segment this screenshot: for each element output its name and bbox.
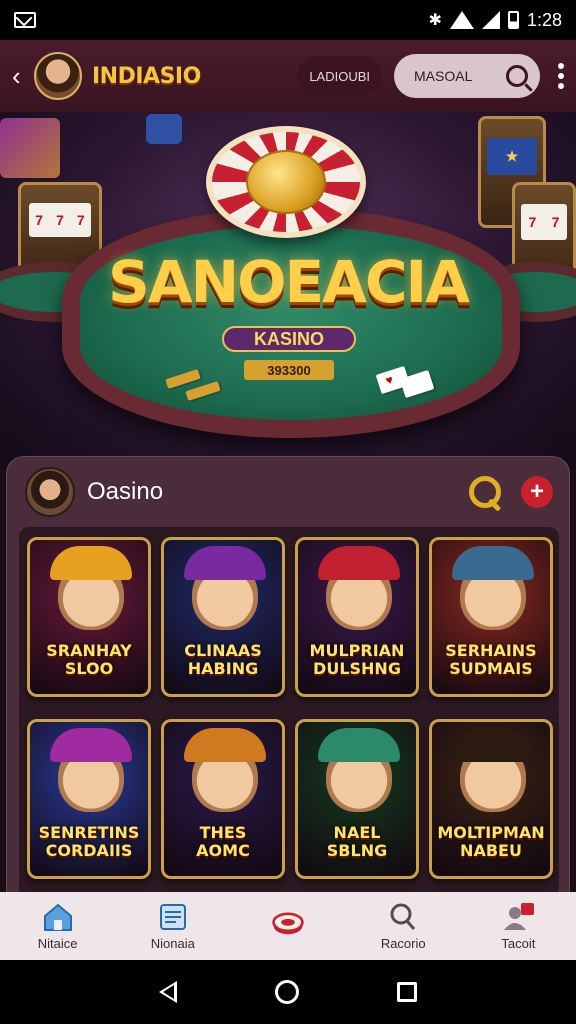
nav-item-profile[interactable]: Tacoit bbox=[461, 892, 576, 960]
game-tile[interactable]: SENRETINS CORDAIIS bbox=[27, 719, 151, 879]
nav-item-search[interactable]: Racorio bbox=[346, 892, 461, 960]
search-icon[interactable] bbox=[467, 474, 503, 510]
clock: 1:28 bbox=[526, 9, 562, 30]
gmail-notification-icon bbox=[14, 12, 36, 28]
casino-chip-art bbox=[206, 126, 366, 238]
game-character-hat-art bbox=[50, 728, 132, 762]
nav-label: Nitaice bbox=[37, 935, 78, 951]
nav-label: Tacoit bbox=[501, 935, 536, 951]
app-header: ‹ INDIASIO LADIOUBI MASOAL bbox=[0, 40, 576, 112]
nav-label: Racorio bbox=[380, 935, 426, 951]
status-icons: ✱ 1:28 bbox=[429, 10, 562, 31]
search-query-text: MASOAL bbox=[414, 68, 473, 84]
games-grid-container: SRANHAY SLOO CLINAAS HABING MULPRIAN DULSHNG S… bbox=[19, 527, 559, 897]
game-title: MOLTIPMAN NABEU bbox=[436, 824, 546, 860]
casino-chip-icon bbox=[272, 912, 304, 935]
panel-avatar[interactable] bbox=[25, 467, 75, 517]
games-grid: SRANHAY SLOO CLINAAS HABING MULPRIAN DULSHNG S… bbox=[27, 537, 553, 879]
more-options-icon[interactable] bbox=[558, 63, 564, 89]
game-title-line: DULSHNG bbox=[313, 659, 401, 678]
game-title-line: CLINAAS bbox=[184, 641, 262, 660]
search-icon[interactable] bbox=[506, 65, 528, 87]
neon-screen-art bbox=[0, 118, 60, 178]
game-title: SERHAINS SUDMAIS bbox=[436, 642, 546, 678]
game-title-line: THES bbox=[199, 823, 247, 842]
app-screen: ✱ 1:28 ‹ INDIASIO LADIOUBI MASOAL 777 ★ … bbox=[0, 0, 576, 1024]
game-tile[interactable]: SERHAINS SUDMAIS bbox=[429, 537, 553, 697]
neon-screen-art bbox=[146, 114, 182, 144]
user-icon bbox=[504, 902, 535, 930]
game-title: CLINAAS HABING bbox=[168, 642, 278, 678]
nav-label: Nionaia bbox=[150, 935, 195, 951]
game-title-line: MOLTIPMAN bbox=[437, 823, 545, 842]
back-arrow-icon[interactable]: ‹ bbox=[12, 61, 28, 92]
system-navigation-bar bbox=[0, 960, 576, 1024]
game-title-line: SLOO bbox=[64, 659, 114, 678]
add-icon[interactable]: + bbox=[521, 476, 553, 508]
game-character-hat-art bbox=[184, 546, 266, 580]
game-title-line: MULPRIAN bbox=[309, 641, 405, 660]
game-tile[interactable]: MULPRIAN DULSHNG bbox=[295, 537, 419, 697]
signal-icon bbox=[481, 11, 500, 29]
system-back-icon[interactable] bbox=[159, 981, 177, 1003]
home-icon bbox=[43, 903, 72, 931]
bluetooth-icon: ✱ bbox=[428, 12, 442, 29]
game-title-line: SUDMAIS bbox=[449, 659, 533, 678]
game-title-line: SBLNG bbox=[326, 841, 388, 860]
game-title-line: CORDAIIS bbox=[45, 841, 133, 860]
search-icon bbox=[390, 903, 416, 930]
game-title-line: NABEU bbox=[460, 841, 522, 860]
wifi-icon bbox=[449, 11, 474, 29]
game-title-line: AOMC bbox=[196, 841, 250, 860]
news-icon bbox=[159, 903, 186, 930]
game-character-hat-art bbox=[318, 546, 400, 580]
game-title-line: HABING bbox=[187, 659, 259, 678]
game-title-line: SENRETINS bbox=[38, 823, 140, 842]
game-title: THES AOMC bbox=[168, 824, 278, 860]
battery-icon bbox=[507, 11, 519, 29]
app-brand: INDIASIO bbox=[92, 63, 201, 89]
panel-header: Oasino + bbox=[7, 457, 571, 527]
system-recents-icon[interactable] bbox=[397, 982, 417, 1002]
game-title: NAEL SBLNG bbox=[302, 824, 412, 860]
game-tile[interactable]: NAEL SBLNG bbox=[295, 719, 419, 879]
games-panel: Oasino + SRANHAY SLOO CLINAAS HABING MULPRIA… bbox=[6, 456, 571, 897]
game-title-line: NAEL bbox=[333, 823, 381, 842]
header-link-button[interactable]: LADIOUBI bbox=[297, 56, 382, 96]
game-title-line: SERHAINS bbox=[445, 641, 537, 660]
game-tile[interactable]: THES AOMC bbox=[161, 719, 285, 879]
game-character-hat-art bbox=[452, 546, 534, 580]
hero-badge: KASINO bbox=[222, 326, 356, 352]
nav-item-casino[interactable] bbox=[230, 892, 345, 960]
nav-item-home[interactable]: Nitaice bbox=[0, 892, 115, 960]
game-title: MULPRIAN DULSHNG bbox=[302, 642, 412, 678]
game-character-hat-art bbox=[50, 546, 132, 580]
bottom-navigation: Nitaice Nionaia Racorio Tacoit bbox=[0, 892, 576, 960]
game-character-hat-art bbox=[452, 728, 534, 762]
game-character-hat-art bbox=[184, 728, 266, 762]
game-title-line: SRANHAY bbox=[46, 641, 132, 660]
panel-title: Oasino bbox=[87, 478, 164, 505]
hero-title: SANOEACIA bbox=[107, 248, 470, 316]
game-tile[interactable]: CLINAAS HABING bbox=[161, 537, 285, 697]
header-search-field[interactable]: MASOAL bbox=[394, 54, 540, 98]
game-tile[interactable]: MOLTIPMAN NABEU bbox=[429, 719, 553, 879]
game-character-hat-art bbox=[318, 728, 400, 762]
poker-table-art bbox=[62, 208, 520, 438]
status-bar: ✱ 1:28 bbox=[0, 0, 576, 40]
system-home-icon[interactable] bbox=[275, 980, 299, 1004]
game-title: SRANHAY SLOO bbox=[34, 642, 144, 678]
nav-item-news[interactable]: Nionaia bbox=[115, 892, 230, 960]
profile-avatar[interactable] bbox=[34, 52, 82, 100]
hero-jackpot-value: 393300 bbox=[244, 360, 334, 380]
game-title: SENRETINS CORDAIIS bbox=[34, 824, 144, 860]
game-tile[interactable]: SRANHAY SLOO bbox=[27, 537, 151, 697]
